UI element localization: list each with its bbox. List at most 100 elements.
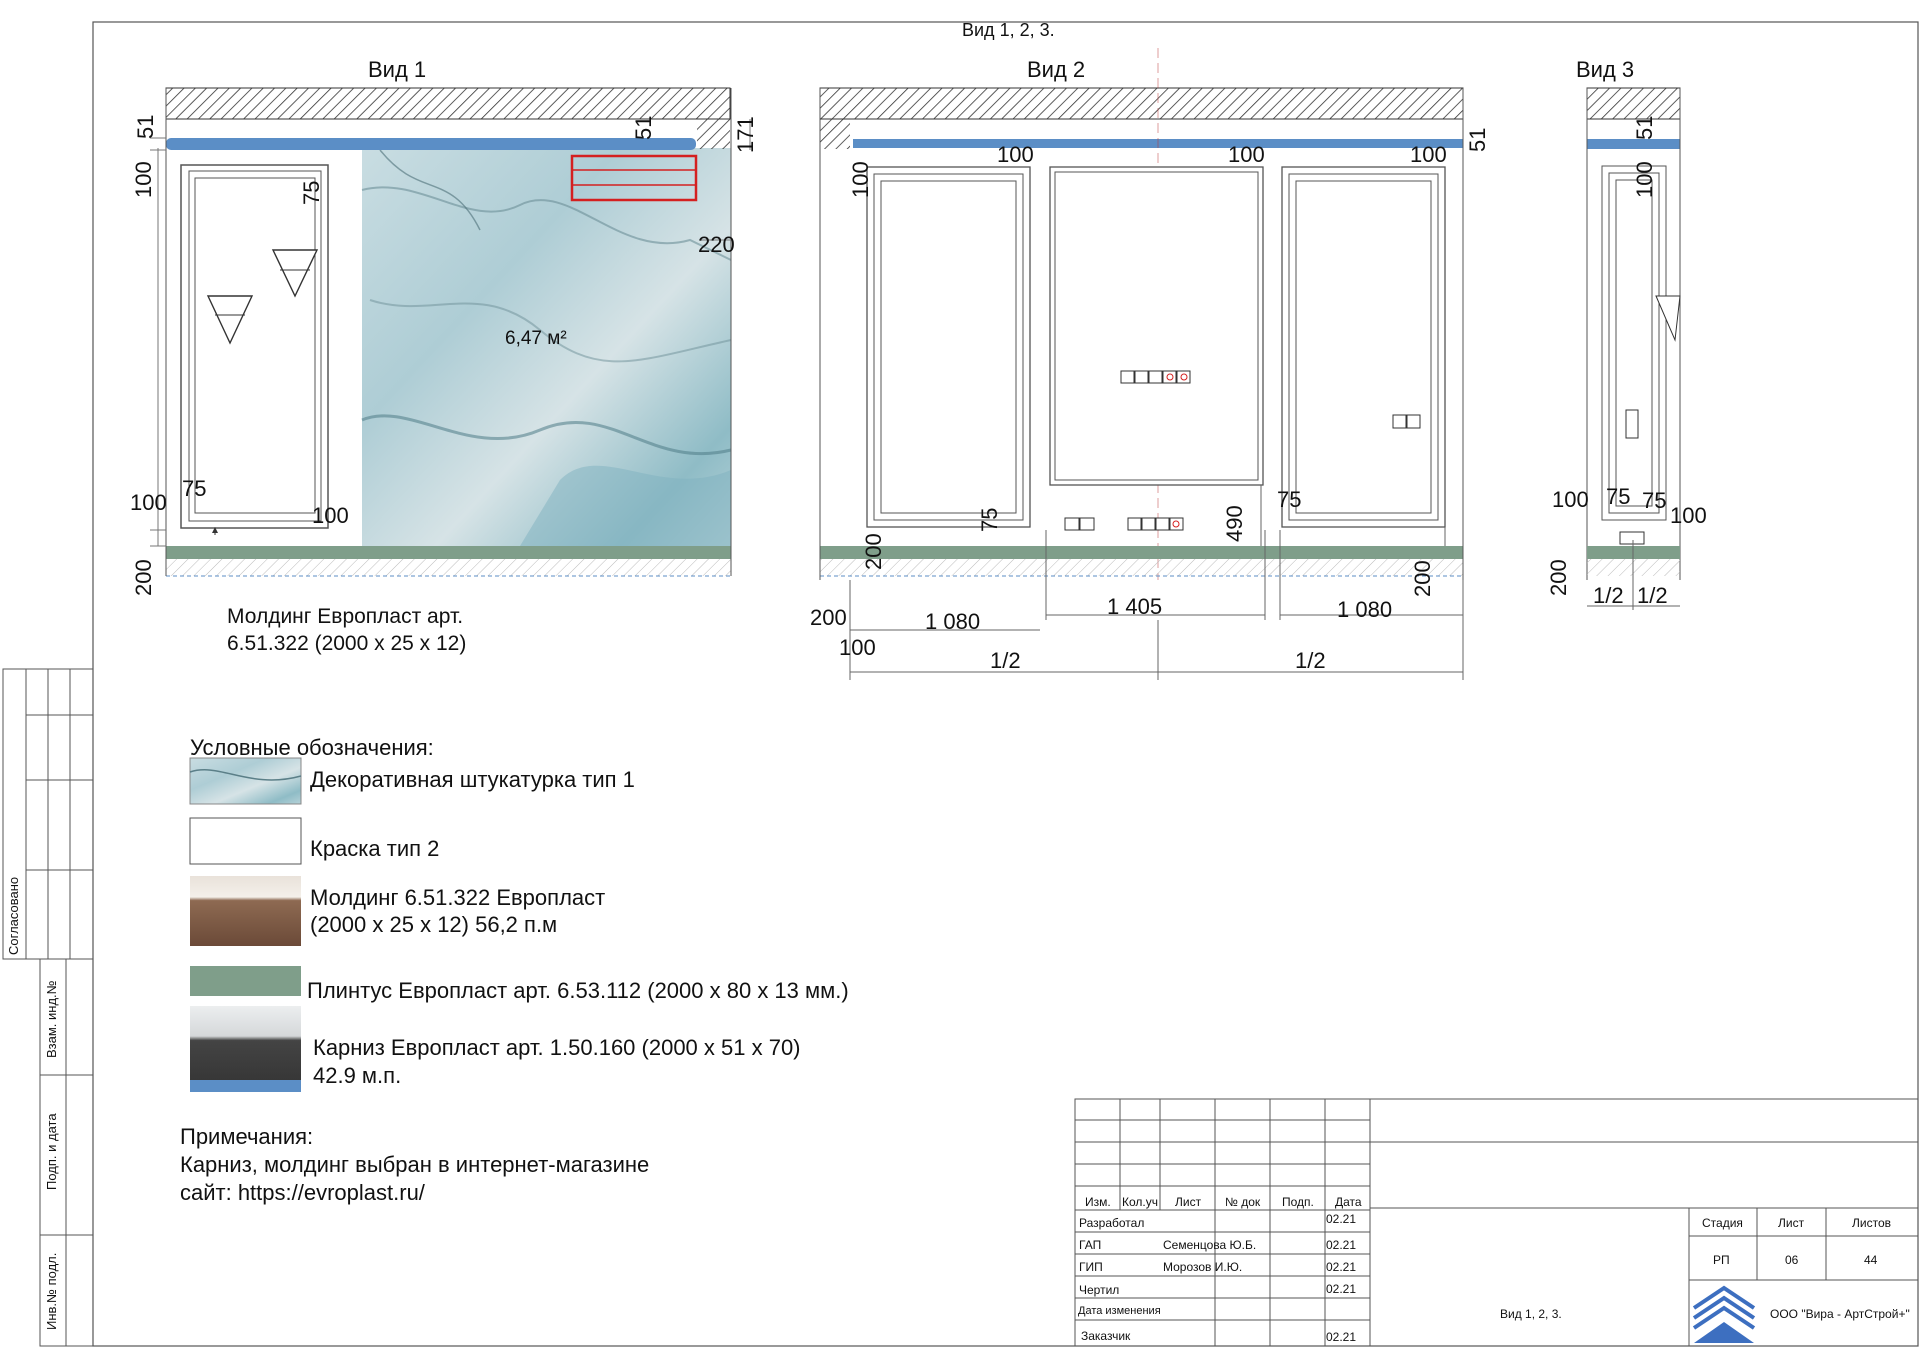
tb-stage-label: Стадия xyxy=(1702,1216,1743,1230)
dim-v2-100c: 100 xyxy=(1410,142,1447,167)
tb-row-name: Семенцова Ю.Б. xyxy=(1163,1238,1257,1252)
dim-v3-100b: 100 xyxy=(1552,487,1589,512)
molding-note-line2: 6.51.322 (2000 х 25 х 12) xyxy=(227,632,467,655)
dim-v1-100a: 100 xyxy=(131,161,156,198)
dim-v2-200b: 200 xyxy=(810,605,847,630)
switch-group-right xyxy=(1392,414,1421,429)
tb-lists-label: Листов xyxy=(1852,1216,1891,1230)
company-logo xyxy=(1692,1283,1756,1343)
tb-row-date: 02.21 xyxy=(1326,1282,1357,1296)
dim-v2-200c: 200 xyxy=(1410,560,1435,597)
dim-v3-100a: 100 xyxy=(1632,161,1657,198)
dim-v2-490: 490 xyxy=(1222,505,1247,542)
dim-v2-100v: 100 xyxy=(848,161,873,198)
tb-list-value: 06 xyxy=(1785,1253,1799,1267)
dim-v1-200: 200 xyxy=(131,559,156,596)
ceiling-hatch-1 xyxy=(165,87,731,120)
dim-v1-220: 220 xyxy=(698,232,735,257)
plinth-band-2 xyxy=(820,546,1463,559)
swatch-molding xyxy=(190,876,301,946)
stamp-vzam: Взам. инд.№ xyxy=(44,980,59,1058)
dim-v1-51a: 51 xyxy=(133,114,158,139)
notes-line2: сайт: https://evroplast.ru/ xyxy=(180,1180,425,1205)
swatch-plaster xyxy=(189,757,302,805)
cornice-band-1 xyxy=(166,138,696,150)
switch-v3 xyxy=(1625,409,1639,439)
dim-v3-200: 200 xyxy=(1546,559,1571,596)
legend-molding-label2: (2000 х 25 х 12) 56,2 п.м xyxy=(310,912,558,937)
dim-v1-75a: 75 xyxy=(299,180,324,205)
dim-v2-100b: 100 xyxy=(1228,142,1265,167)
legend-paint-label: Краска тип 2 xyxy=(310,836,440,861)
dim-v2-51: 51 xyxy=(1465,127,1490,152)
dim-v1-100c: 100 xyxy=(312,503,349,528)
tb-row-date: 02.21 xyxy=(1326,1330,1357,1344)
door-frame-outer xyxy=(180,164,329,529)
tb-h-podp: Подп. xyxy=(1282,1195,1314,1209)
tb-row-role: Заказчик xyxy=(1081,1329,1131,1343)
view-1-title: Вид 1 xyxy=(368,57,427,82)
tb-row-name: Морозов И.Ю. xyxy=(1163,1260,1243,1274)
tb-h-izm: Изм. xyxy=(1085,1195,1111,1209)
tb-h-ndoc: № док xyxy=(1225,1195,1261,1209)
panel-left-outer xyxy=(866,166,1031,528)
dim-v2-1405: 1 405 xyxy=(1107,594,1163,619)
tb-row-role: Дата изменения xyxy=(1078,1305,1161,1317)
dim-v2-1080a: 1 080 xyxy=(925,609,981,634)
dim-v3-75a: 75 xyxy=(1606,484,1631,509)
dim-v3-half-b: 1/2 xyxy=(1637,583,1668,608)
socket-group-lower-left xyxy=(1064,517,1095,531)
swatch-plinth xyxy=(190,966,301,996)
tb-h-list: Лист xyxy=(1175,1195,1202,1209)
panel-center xyxy=(1049,166,1264,486)
legend-cornice-label2: 42.9 м.п. xyxy=(313,1063,402,1088)
tb-sheet-name: Вид 1, 2, 3. xyxy=(1500,1307,1562,1321)
tb-h-date: Дата xyxy=(1335,1195,1362,1209)
dim-v3-100c: 100 xyxy=(1670,503,1707,528)
dim-v2-200a: 200 xyxy=(861,533,886,570)
tb-stage-value: РП xyxy=(1713,1253,1730,1267)
dim-v1-100b: 100 xyxy=(130,490,167,515)
legend-cornice-label1: Карниз Европласт арт. 1.50.160 (2000 х 5… xyxy=(313,1035,801,1060)
dim-v2-75b: 75 xyxy=(1277,487,1302,512)
stamp-inv: Инв.№ подл. xyxy=(44,1252,59,1330)
tb-row-role: ГИП xyxy=(1079,1260,1103,1274)
ceiling-hatch-3 xyxy=(1586,87,1681,120)
stamp-soglasovano: Согласовано xyxy=(6,876,21,955)
dim-v2-half-a: 1/2 xyxy=(990,648,1021,673)
area-label: 6,47 м² xyxy=(505,328,567,349)
tb-company: ООО "Вира - АртСтрой+" xyxy=(1770,1307,1910,1321)
tb-row-role: Чертил xyxy=(1079,1283,1120,1297)
swatch-cornice xyxy=(190,1006,301,1092)
dim-v1-171: 171 xyxy=(733,116,758,153)
legend-plinth-label: Плинтус Европласт арт. 6.53.112 (2000 х … xyxy=(307,978,849,1003)
view-2 xyxy=(819,48,1464,680)
tb-row-date: 02.21 xyxy=(1326,1238,1357,1252)
molding-note-line1: Молдинг Европласт арт. xyxy=(227,605,464,628)
dim-v2-1080b: 1 080 xyxy=(1337,597,1393,622)
socket-group-lower-center xyxy=(1127,517,1184,531)
legend-swatches xyxy=(189,757,302,1092)
tb-row-date: 02.21 xyxy=(1326,1260,1357,1274)
legend-heading: Условные обозначения: xyxy=(190,735,434,760)
socket-group-center xyxy=(1120,370,1191,384)
panel-right-outer xyxy=(1281,166,1446,528)
dim-v1-75b: 75 xyxy=(182,476,207,501)
stamp-podp-data: Подп. и дата xyxy=(44,1113,59,1190)
tb-row-role: Разработал xyxy=(1079,1216,1145,1230)
legend-molding-label1: Молдинг 6.51.322 Европласт xyxy=(310,885,606,910)
dim-v1-51b: 51 xyxy=(631,115,656,140)
notes-line1: Карниз, молдинг выбран в интернет-магази… xyxy=(180,1152,650,1177)
tb-row-date: 02.21 xyxy=(1326,1212,1357,1226)
view-1 xyxy=(150,87,751,577)
tb-list-label: Лист xyxy=(1778,1216,1805,1230)
view-3-title: Вид 3 xyxy=(1576,57,1635,82)
dim-v2-100d: 100 xyxy=(839,635,876,660)
plinth-band-1 xyxy=(166,546,731,559)
tb-row-role: ГАП xyxy=(1079,1238,1102,1252)
notes-heading: Примечания: xyxy=(180,1124,314,1149)
dim-v2-75a: 75 xyxy=(977,507,1002,532)
view-2-title: Вид 2 xyxy=(1027,57,1086,82)
dim-v3-75b: 75 xyxy=(1642,488,1667,513)
dim-v3-51: 51 xyxy=(1632,115,1657,140)
